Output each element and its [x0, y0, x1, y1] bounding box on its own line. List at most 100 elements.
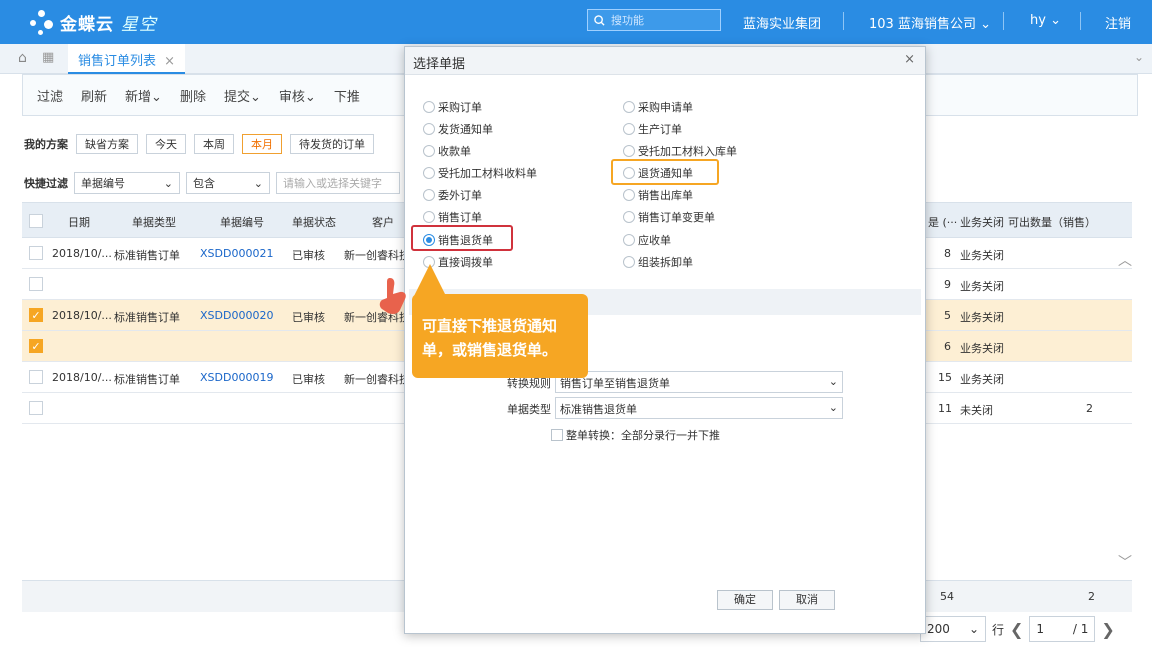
option-assembly[interactable]: 组装拆卸单 — [623, 254, 693, 270]
cell-qty: 8 — [944, 247, 951, 260]
option-label: 销售出库单 — [638, 189, 693, 202]
ok-button[interactable]: 确定 — [717, 590, 773, 610]
option-receivable[interactable]: 应收单 — [623, 232, 671, 248]
radio-icon — [623, 145, 635, 157]
chevron-down-icon: ⌄ — [828, 401, 838, 414]
row-checkbox[interactable] — [29, 277, 43, 291]
option-receipt[interactable]: 收款单 — [423, 143, 471, 159]
logo-icon — [30, 8, 54, 36]
close-icon[interactable]: × — [904, 52, 915, 67]
radio-icon — [623, 234, 635, 246]
rule-select[interactable]: 销售订单至销售退货单 ⌄ — [555, 371, 843, 393]
col-close[interactable]: 业务关闭 — [960, 214, 1004, 230]
option-production-order[interactable]: 生产订单 — [623, 121, 682, 137]
close-icon[interactable]: × — [164, 54, 175, 69]
select-all-checkbox[interactable] — [29, 214, 43, 228]
logo: 金蝶云 星空 — [30, 8, 157, 36]
search-placeholder: 搜功能 — [611, 14, 644, 27]
top-bar: 金蝶云 星空 搜功能 蓝海实业集团 103 蓝海销售公司 ⌄ hy ⌄ 注销 — [0, 0, 1152, 44]
row-checkbox[interactable] — [29, 401, 43, 415]
cell-close: 业务关闭 — [960, 373, 1004, 386]
cancel-button[interactable]: 取消 — [779, 590, 835, 610]
radio-icon — [423, 167, 435, 179]
whole-convert-checkbox[interactable]: 整单转换：全部分录行一并下推 — [551, 427, 720, 443]
col-type[interactable]: 单据类型 — [132, 214, 176, 230]
scheme-today[interactable]: 今天 — [146, 134, 186, 154]
radio-icon — [423, 211, 435, 223]
page-size-select[interactable]: 200 ⌄ — [920, 616, 986, 642]
row-checkbox[interactable]: ✓ — [29, 339, 43, 353]
option-sales-order-change[interactable]: 销售订单变更单 — [623, 209, 715, 225]
quick-filter-op[interactable]: 包含 ⌄ — [186, 172, 270, 194]
row-checkbox[interactable] — [29, 246, 43, 260]
option-consigned-receiving[interactable]: 受托加工材料收料单 — [423, 165, 537, 181]
submit-button[interactable]: 提交⌄ — [224, 86, 261, 105]
push-down-button[interactable]: 下推 — [334, 86, 360, 105]
cell-close: 业务关闭 — [960, 311, 1004, 324]
option-label: 委外订单 — [438, 189, 482, 202]
prev-page-icon[interactable]: ❮ — [1010, 620, 1023, 639]
quick-filter-field[interactable]: 单据编号 ⌄ — [74, 172, 180, 194]
option-delivery-notice[interactable]: 发货通知单 — [423, 121, 493, 137]
logout-link[interactable]: 注销 — [1105, 13, 1131, 32]
dialog-title-bar: 选择单据 × — [405, 47, 925, 75]
cell-type: 标准销售订单 — [114, 373, 180, 386]
col-avail[interactable]: 可出数量（销售） — [1008, 214, 1096, 230]
highlight-return-notice — [611, 159, 719, 185]
option-sales-outbound[interactable]: 销售出库单 — [623, 187, 693, 203]
delete-button[interactable]: 删除 — [180, 86, 206, 105]
scroll-down-icon[interactable]: ﹀ — [1118, 552, 1132, 572]
cell-no[interactable]: XSDD000019 — [200, 371, 273, 384]
col-date[interactable]: 日期 — [68, 214, 90, 230]
option-consigned-stock-in[interactable]: 受托加工材料入库单 — [623, 143, 737, 159]
cell-no[interactable]: XSDD000020 — [200, 309, 273, 322]
cell-no[interactable]: XSDD000021 — [200, 247, 273, 260]
chevron-down-icon: ⌄ — [1050, 13, 1061, 28]
refresh-button[interactable]: 刷新 — [81, 86, 107, 105]
audit-button[interactable]: 审核⌄ — [279, 86, 316, 105]
radio-icon — [623, 189, 635, 201]
search-input[interactable]: 搜功能 — [587, 9, 721, 31]
scheme-month[interactable]: 本月 — [242, 134, 282, 154]
option-purchase-order[interactable]: 采购订单 — [423, 99, 482, 115]
option-outsourcing-order[interactable]: 委外订单 — [423, 187, 482, 203]
scroll-up-icon[interactable]: ︿ — [1118, 250, 1132, 270]
cell-qty: 15 — [938, 371, 952, 384]
scheme-default[interactable]: 缺省方案 — [76, 134, 138, 154]
company-label: 103 蓝海销售公司 — [869, 17, 976, 32]
row-checkbox[interactable] — [29, 370, 43, 384]
option-label: 采购订单 — [438, 101, 482, 114]
next-page-icon[interactable]: ❯ — [1101, 620, 1114, 639]
option-sales-order[interactable]: 销售订单 — [423, 209, 482, 225]
cell-close: 业务关闭 — [960, 342, 1004, 355]
page-input[interactable]: 1 / 1 — [1029, 616, 1096, 642]
tab-sales-order-list[interactable]: 销售订单列表 × — [68, 44, 186, 74]
new-button[interactable]: 新增⌄ — [125, 86, 162, 105]
col-customer[interactable]: 客户 — [372, 214, 394, 230]
cell-type: 标准销售订单 — [114, 249, 180, 262]
search-icon — [594, 14, 605, 26]
home-icon[interactable]: ⌂ — [18, 50, 27, 66]
option-label: 发货通知单 — [438, 123, 493, 136]
cell-qty: 5 — [944, 309, 951, 322]
scheme-week[interactable]: 本周 — [194, 134, 234, 154]
type-select[interactable]: 标准销售退货单 ⌄ — [555, 397, 843, 419]
radio-icon — [623, 256, 635, 268]
option-label: 直接调拨单 — [438, 256, 493, 269]
row-checkbox[interactable]: ✓ — [29, 308, 43, 322]
quick-filter-keyword[interactable]: 请输入或选择关键字 — [276, 172, 400, 194]
apps-icon[interactable]: ▦ — [42, 50, 54, 65]
col-no[interactable]: 单据编号 — [220, 214, 264, 230]
filter-button[interactable]: 过滤 — [37, 86, 63, 105]
scheme-pending-ship[interactable]: 待发货的订单 — [290, 134, 374, 154]
logo-sub: 星空 — [120, 14, 157, 35]
col-qty[interactable]: 是 (··· — [928, 214, 957, 230]
cell-date: 2018/10/... — [52, 371, 112, 384]
company-selector[interactable]: 103 蓝海销售公司 ⌄ — [869, 13, 991, 32]
chevron-down-icon[interactable]: ⌄ — [1134, 50, 1144, 64]
cell-type: 标准销售订单 — [114, 311, 180, 324]
user-menu[interactable]: hy ⌄ — [1030, 13, 1061, 28]
option-purchase-request[interactable]: 采购申请单 — [623, 99, 693, 115]
org-group[interactable]: 蓝海实业集团 — [743, 13, 821, 32]
col-status[interactable]: 单据状态 — [292, 214, 336, 230]
